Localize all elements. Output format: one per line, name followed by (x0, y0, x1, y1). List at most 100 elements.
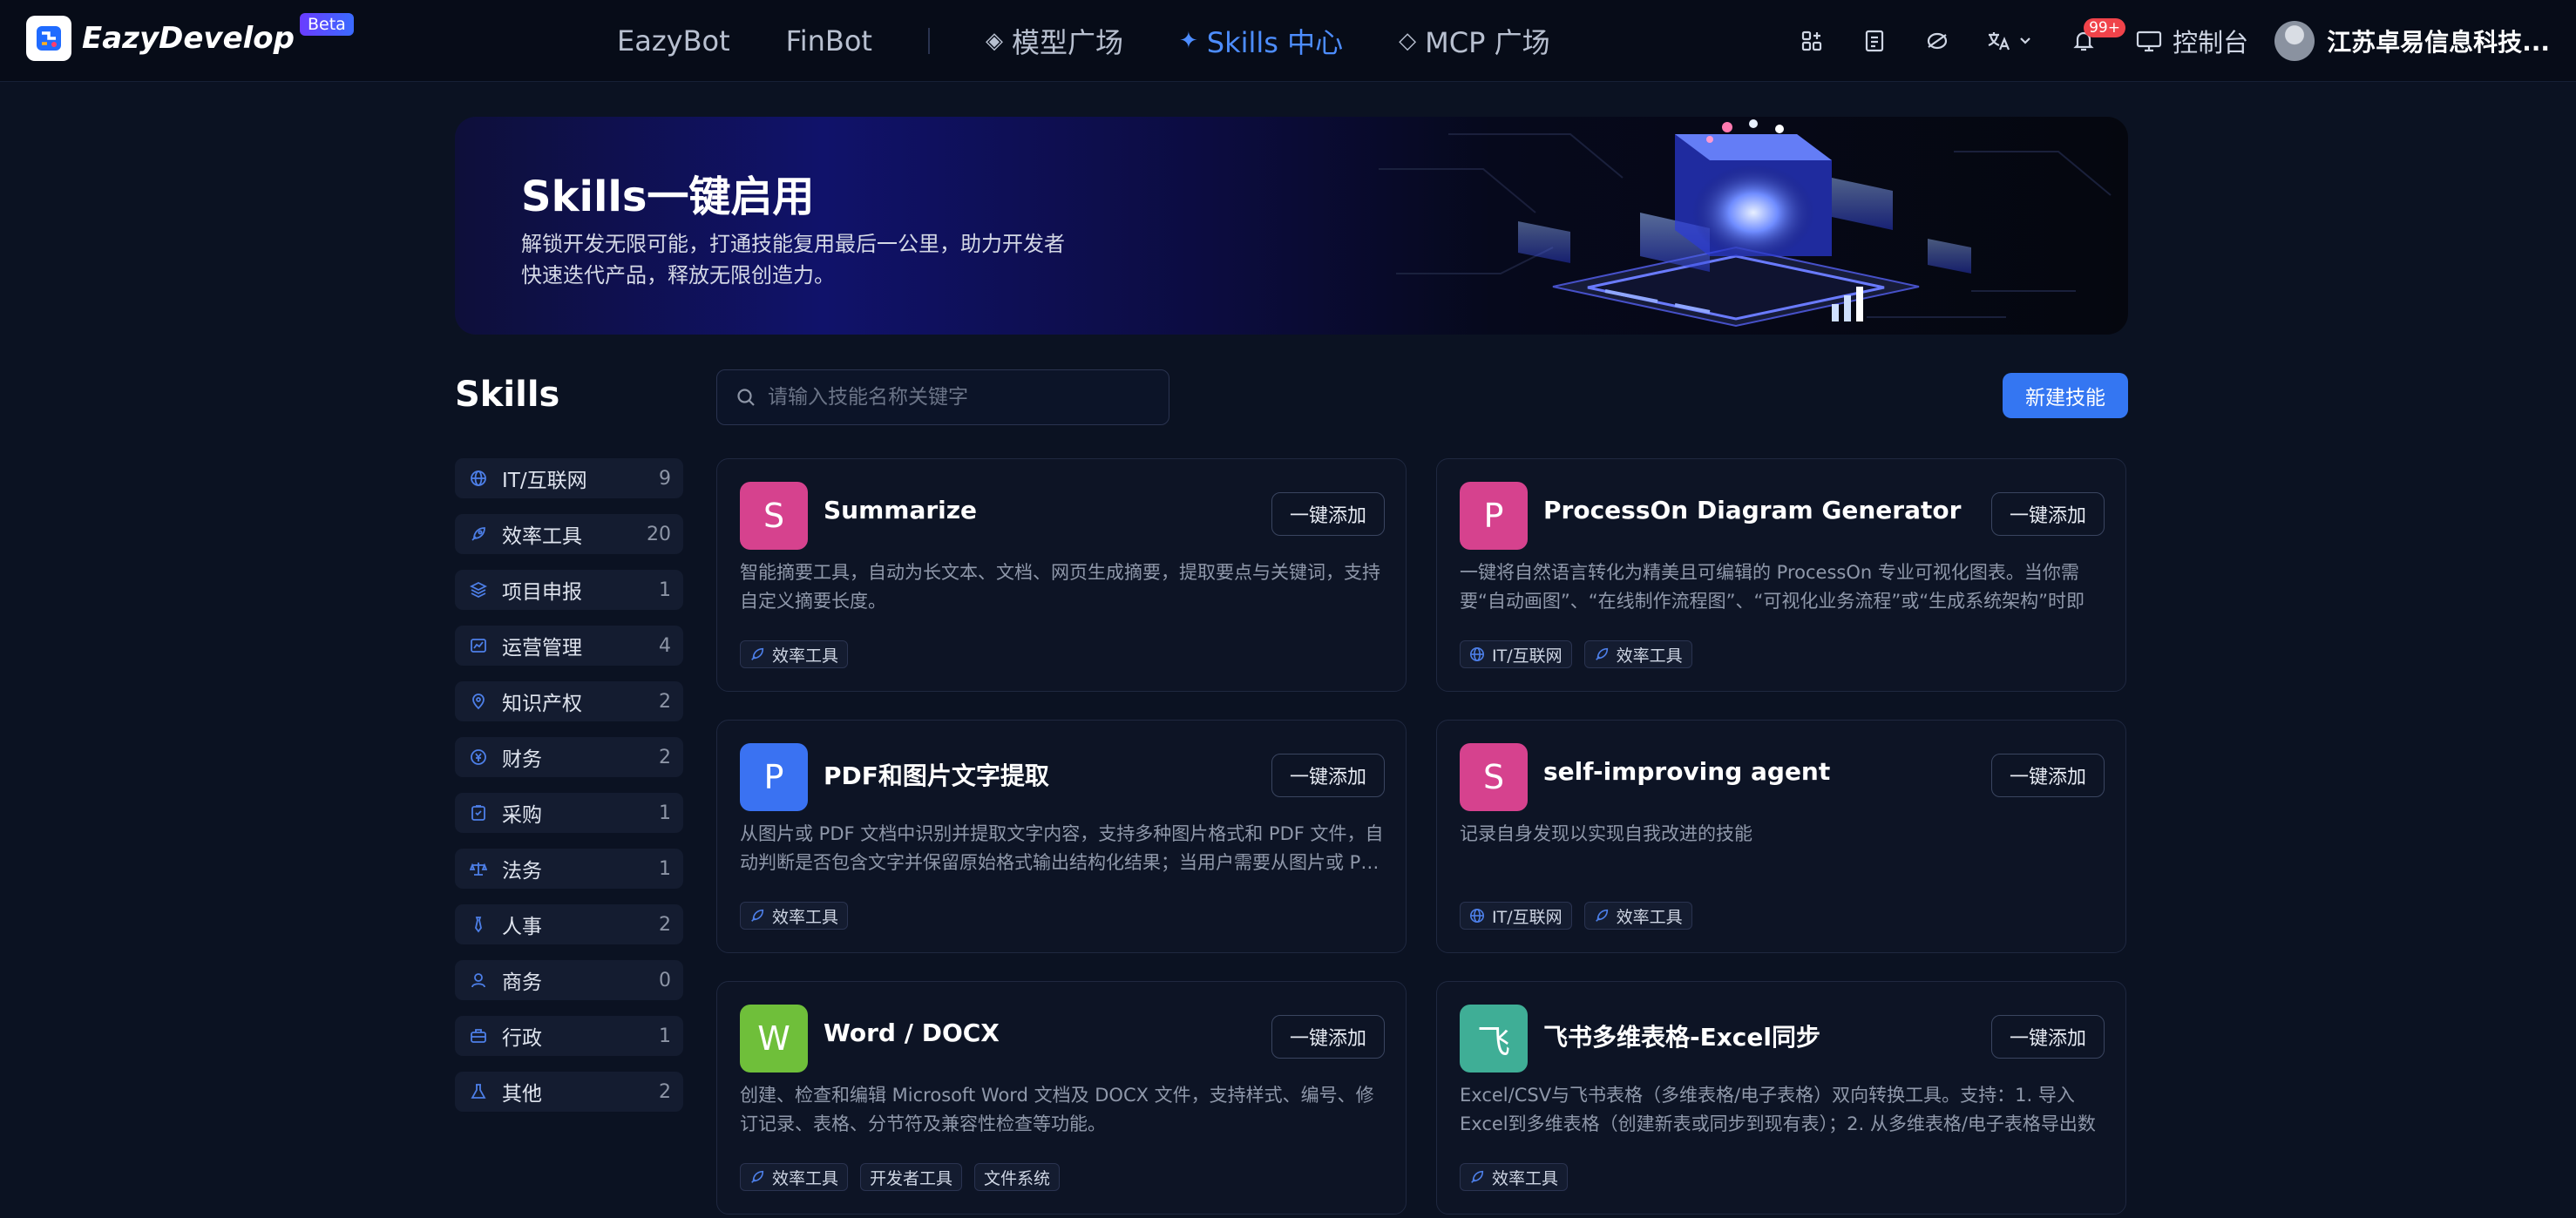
category-item-operations[interactable]: 运营管理 4 (455, 626, 683, 666)
skill-name: Summarize (824, 496, 978, 524)
sparkle-icon: ✦ (1178, 28, 1198, 54)
skill-tags: 效率工具 开发者工具 文件系统 (740, 1163, 1072, 1191)
category-item-procurement[interactable]: 采购 1 (455, 793, 683, 833)
nav-mcp-plaza[interactable]: ◇ MCP 广场 (1399, 21, 1549, 61)
category-item-finance[interactable]: 财务 2 (455, 737, 683, 777)
language-switch[interactable] (1983, 24, 2038, 58)
logo-icon (26, 16, 71, 61)
add-skill-button[interactable]: 一键添加 (1271, 492, 1385, 536)
section-title: Skills (455, 375, 560, 415)
skill-description: 创建、检查和编辑 Microsoft Word 文档及 DOCX 文件，支持样式… (740, 1085, 1374, 1134)
skill-card[interactable]: W Word / DOCX 一键添加 创建、检查和编辑 Microsoft Wo… (716, 981, 1407, 1215)
new-skill-button[interactable]: 新建技能 (2003, 373, 2128, 418)
skill-tag: 效率工具 (740, 640, 849, 668)
skill-tag: 效率工具 (1583, 902, 1692, 930)
clipboard-icon (469, 803, 488, 822)
nav-divider (927, 28, 930, 54)
search-box[interactable] (716, 369, 1169, 425)
add-skill-button[interactable]: 一键添加 (1991, 492, 2105, 536)
nav-finbot[interactable]: FinBot (786, 24, 872, 58)
skill-tags: 效率工具 (740, 640, 860, 668)
skill-avatar: S (740, 482, 808, 550)
category-item-it[interactable]: IT/互联网 9 (455, 458, 683, 498)
add-skill-button[interactable]: 一键添加 (1991, 1015, 2105, 1059)
rocket-icon (751, 909, 764, 922)
globe-icon (1469, 908, 1485, 924)
diamond-outline-icon: ◇ (1399, 28, 1417, 54)
rocket-icon (1595, 647, 1608, 660)
globe-icon (469, 469, 488, 488)
skill-card[interactable]: 飞 飞书多维表格-Excel同步 一键添加 Excel/CSV与飞书表格（多维表… (1436, 981, 2126, 1215)
skill-avatar: W (740, 1005, 808, 1073)
skill-avatar: 飞 (1460, 1005, 1528, 1073)
skill-tag: 效率工具 (1460, 1163, 1569, 1191)
globe-icon (1469, 646, 1485, 662)
skill-description: 从图片或 PDF 文档中识别并提取文字内容，支持多种图片格式和 PDF 文件，自… (740, 823, 1384, 873)
flask-icon (469, 1082, 488, 1101)
nav-eazybot[interactable]: EazyBot (617, 24, 730, 58)
user-icon (469, 971, 488, 990)
skill-card[interactable]: S self-improving agent 一键添加 记录自身发现以实现自我改… (1436, 720, 2126, 953)
document-icon[interactable] (1857, 24, 1892, 58)
category-item-ip[interactable]: 知识产权 2 (455, 681, 683, 721)
apps-icon[interactable] (1794, 24, 1829, 58)
skill-card[interactable]: P ProcessOn Diagram Generator 一键添加 一键将自然… (1436, 458, 2126, 692)
category-item-legal[interactable]: 法务 1 (455, 849, 683, 889)
skill-description: 一键将自然语言转化为精美且可编辑的 ProcessOn 专业可视化图表。当你需要… (1460, 562, 2085, 612)
skill-avatar: S (1460, 743, 1528, 811)
skill-description: 记录自身发现以实现自我改进的技能 (1460, 823, 1752, 844)
hero-banner: Skills一键启用 解锁开发无限可能，打通技能复用最后一公里，助力开发者 快速… (455, 117, 2128, 335)
category-item-other[interactable]: 其他 2 (455, 1072, 683, 1112)
top-navigation-bar: EazyDevelop Beta EazyBot FinBot ◈ 模型广场 ✦ S… (0, 0, 2576, 82)
skill-tags: IT/互联网 效率工具 (1460, 640, 1705, 668)
sync-icon[interactable] (1920, 24, 1955, 58)
category-item-project[interactable]: 项目申报 1 (455, 570, 683, 610)
skill-card[interactable]: P PDF和图片文字提取 一键添加 从图片或 PDF 文档中识别并提取文字内容，… (716, 720, 1407, 953)
skill-tag: IT/互联网 (1460, 640, 1572, 668)
coin-icon (469, 748, 488, 767)
location-icon (469, 692, 488, 711)
skill-tag: IT/互联网 (1460, 902, 1572, 930)
add-skill-button[interactable]: 一键添加 (1271, 1015, 1385, 1059)
skill-tag: 效率工具 (740, 902, 849, 930)
skill-card[interactable]: S Summarize 一键添加 智能摘要工具，自动为长文本、文档、网页生成摘要… (716, 458, 1407, 692)
skill-description: Excel/CSV与飞书表格（多维表格/电子表格）双向转换工具。支持：1. 导入… (1460, 1085, 2096, 1134)
console-link[interactable]: 控制台 (2136, 23, 2248, 59)
header-tools: 99+ 控制台 江苏卓易信息科技... (1766, 0, 2550, 82)
diamond-icon: ◈ (985, 28, 1003, 54)
add-skill-button[interactable]: 一键添加 (1271, 754, 1385, 797)
brand-name: EazyDevelop (82, 21, 295, 56)
skill-tags: 效率工具 (740, 902, 860, 930)
main-nav: EazyBot FinBot ◈ 模型广场 ✦ Skills 中心 ◇ MCP 广场 (617, 0, 1606, 82)
search-icon (737, 389, 755, 406)
notification-badge: 99+ (2084, 18, 2125, 37)
rocket-icon (751, 1170, 764, 1183)
tie-icon (469, 915, 488, 934)
skill-avatar: P (1460, 482, 1528, 550)
beta-badge: Beta (299, 13, 354, 36)
scale-icon (469, 859, 488, 878)
isometric-chip-illustration (1379, 119, 2112, 328)
avatar[interactable] (2274, 21, 2315, 61)
category-item-business[interactable]: 商务 0 (455, 960, 683, 1000)
skill-name: Word / DOCX (824, 1018, 1000, 1047)
skill-name: self-improving agent (1543, 757, 1831, 786)
search-input[interactable] (768, 386, 1151, 409)
rocket-icon (469, 524, 488, 544)
skill-name: PDF和图片文字提取 (824, 761, 1049, 790)
skill-tag: 文件系统 (974, 1163, 1061, 1191)
brand-logo[interactable]: EazyDevelop Beta (26, 13, 354, 61)
category-list: IT/互联网 9 效率工具 20 项目申报 1 运营管理 4 知识产权 2 财务… (455, 458, 683, 1127)
category-item-admin[interactable]: 行政 1 (455, 1016, 683, 1056)
nav-skills-center[interactable]: ✦ Skills 中心 (1179, 21, 1343, 61)
banner-description: 解锁开发无限可能，打通技能复用最后一公里，助力开发者 快速迭代产品，释放无限创造… (521, 232, 1065, 288)
bell-icon[interactable]: 99+ (2066, 18, 2125, 58)
add-skill-button[interactable]: 一键添加 (1991, 754, 2105, 797)
monitor-icon (2136, 30, 2162, 52)
rocket-icon (1471, 1170, 1484, 1183)
category-item-efficiency[interactable]: 效率工具 20 (455, 514, 683, 554)
category-item-hr[interactable]: 人事 2 (455, 904, 683, 944)
company-name[interactable]: 江苏卓易信息科技... (2327, 24, 2550, 58)
nav-model-plaza[interactable]: ◈ 模型广场 (986, 21, 1123, 61)
skill-description: 智能摘要工具，自动为长文本、文档、网页生成摘要，提取要点与关键词，支持自定义摘要… (740, 562, 1380, 612)
